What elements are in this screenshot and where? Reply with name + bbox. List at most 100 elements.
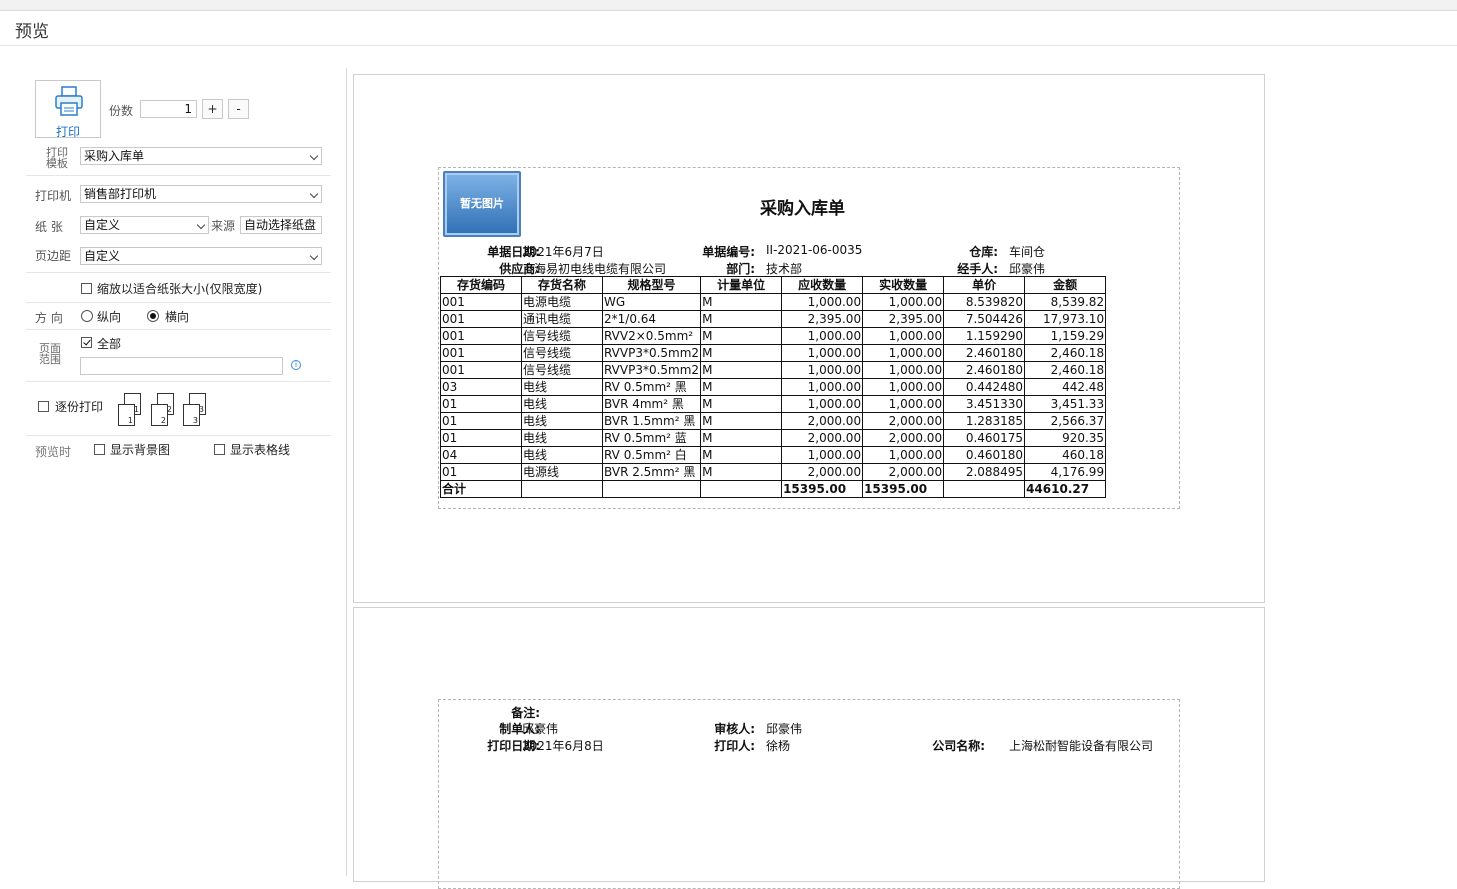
copies-plus-button[interactable]: + (202, 99, 223, 119)
page-range-input[interactable] (80, 357, 283, 375)
total-qty-recv: 15395.00 (862, 480, 945, 498)
table-cell: M (700, 463, 783, 481)
copies-minus-button[interactable]: - (228, 99, 249, 119)
table-cell: 1,000.00 (781, 378, 864, 396)
top-strip (0, 0, 1457, 11)
table-cell: RVVP3*0.5mm2 (601, 361, 702, 379)
source-select[interactable]: 自动选择纸盘 (240, 216, 322, 234)
table-cell: 1,000.00 (862, 378, 945, 396)
total-qty-due: 15395.00 (781, 480, 864, 498)
table-cell: 信号线缆 (521, 344, 603, 362)
copies-label: 份数 (109, 104, 134, 118)
table-row: 001 信号线缆 RVVP3*0.5mm2 M 1,000.00 1,000.00 2.46… (440, 361, 1107, 379)
table-row: 001 信号线缆 RVVP3*0.5mm2 M 1,000.00 1,000.00 2.46… (440, 344, 1107, 362)
landscape-radio[interactable] (147, 310, 159, 322)
table-cell: 01 (440, 412, 522, 430)
table-cell: 2,395.00 (862, 310, 945, 328)
divider (26, 329, 331, 330)
paper-select[interactable]: 自定义 (80, 216, 209, 234)
table-cell (943, 480, 1026, 498)
info-icon[interactable]: i (291, 360, 301, 370)
copies-input[interactable]: 1 (140, 100, 197, 118)
fit-paper-checkbox[interactable] (81, 283, 92, 294)
orientation-label: 方 向 (35, 311, 63, 325)
table-cell: 2,395.00 (781, 310, 864, 328)
table-cell: BVR 1.5mm² 黑 (601, 412, 702, 430)
table-row: 04 电线 RV 0.5mm² 白 M 1,000.00 1,000.00 0.460180… (440, 446, 1107, 464)
chevron-down-icon (309, 151, 319, 161)
all-pages-checkbox[interactable] (81, 337, 92, 348)
printer-select[interactable]: 销售部打印机 (80, 185, 322, 203)
total-label: 合计 (440, 480, 522, 498)
table-cell (521, 480, 603, 498)
table-cell: 8.539820 (943, 293, 1026, 311)
table-cell: 8,539.82 (1024, 293, 1107, 311)
collate-checkbox[interactable] (38, 401, 49, 412)
table-cell: M (700, 429, 783, 447)
table-cell: 1,000.00 (781, 446, 864, 464)
table-cell: 460.18 (1024, 446, 1107, 464)
printer-person-label: 打印人: (714, 739, 755, 753)
items-table: 存货编码 存货名称 规格型号 计量单位 应收数量 实收数量 单价 金额 001 电… (440, 276, 1107, 498)
collate-label: 逐份打印 (55, 400, 104, 414)
table-cell: 7.504426 (943, 310, 1026, 328)
table-row: 01 电线 BVR 1.5mm² 黑 M 2,000.00 2,000.00 1.28318… (440, 412, 1107, 430)
table-cell: M (700, 395, 783, 413)
show-grid-checkbox[interactable] (214, 444, 225, 455)
portrait-label: 纵向 (97, 310, 122, 324)
warehouse-value: 车间仓 (1009, 245, 1046, 259)
supplier-value: 上海易初电线电缆有限公司 (522, 262, 667, 276)
table-cell: 电线 (521, 446, 603, 464)
table-cell: 2,000.00 (862, 429, 945, 447)
date-value: 2021年6月7日 (522, 245, 604, 259)
column-header: 实收数量 (862, 276, 945, 294)
table-cell: 01 (440, 429, 522, 447)
table-cell: 001 (440, 293, 522, 311)
divider (26, 302, 331, 303)
template-select[interactable]: 采购入库单 (80, 147, 322, 165)
print-date-value: 2021年6月8日 (522, 739, 604, 753)
divider (26, 435, 331, 436)
column-header: 规格型号 (601, 276, 702, 294)
table-cell: 1,000.00 (781, 361, 864, 379)
show-bg-checkbox[interactable] (94, 444, 105, 455)
print-button[interactable]: 打印 (35, 80, 101, 139)
printer-label: 打印机 (35, 189, 72, 203)
table-cell: 电线 (521, 378, 603, 396)
table-cell: 1,000.00 (862, 395, 945, 413)
table-cell: 920.35 (1024, 429, 1107, 447)
table-row: 01 电线 RV 0.5mm² 蓝 M 2,000.00 2,000.00 0.460175… (440, 429, 1107, 447)
table-cell: 2,000.00 (862, 463, 945, 481)
maker-value: 邱豪伟 (522, 722, 559, 736)
column-header: 存货编码 (440, 276, 522, 294)
table-cell: 1,159.29 (1024, 327, 1107, 345)
table-cell: 17,973.10 (1024, 310, 1107, 328)
margin-label: 页边距 (35, 249, 72, 263)
show-bg-label: 显示背景图 (110, 443, 171, 457)
table-row: 001 电源电缆 WG M 1,000.00 1,000.00 8.539820 8,539.… (440, 293, 1107, 311)
table-cell: WG (601, 293, 702, 311)
table-cell: 2,460.18 (1024, 361, 1107, 379)
table-cell: 电源线 (521, 463, 603, 481)
column-header: 计量单位 (700, 276, 783, 294)
dept-label: 部门: (726, 262, 755, 276)
table-cell: M (700, 378, 783, 396)
total-row: 合计 15395.00 15395.00 44610.27 (440, 480, 1107, 498)
column-header: 金额 (1024, 276, 1107, 294)
divider (26, 272, 331, 273)
logo-placeholder: 暂无图片 (443, 171, 521, 237)
margin-select[interactable]: 自定义 (80, 247, 322, 265)
table-cell: 2.460180 (943, 344, 1026, 362)
table-cell: 0.460175 (943, 429, 1026, 447)
portrait-radio[interactable] (81, 310, 93, 322)
divider (26, 175, 331, 176)
table-cell: M (700, 446, 783, 464)
table-cell: 0.442480 (943, 378, 1026, 396)
print-label: 打印 (55, 125, 80, 139)
table-cell: 1,000.00 (781, 293, 864, 311)
table-cell: RV 0.5mm² 蓝 (601, 429, 702, 447)
auditor-label: 审核人: (714, 722, 755, 736)
table-cell: M (700, 344, 783, 362)
table-row: 01 电线 BVR 4mm² 黑 M 1,000.00 1,000.00 3.451330 3… (440, 395, 1107, 413)
table-cell: 3,451.33 (1024, 395, 1107, 413)
